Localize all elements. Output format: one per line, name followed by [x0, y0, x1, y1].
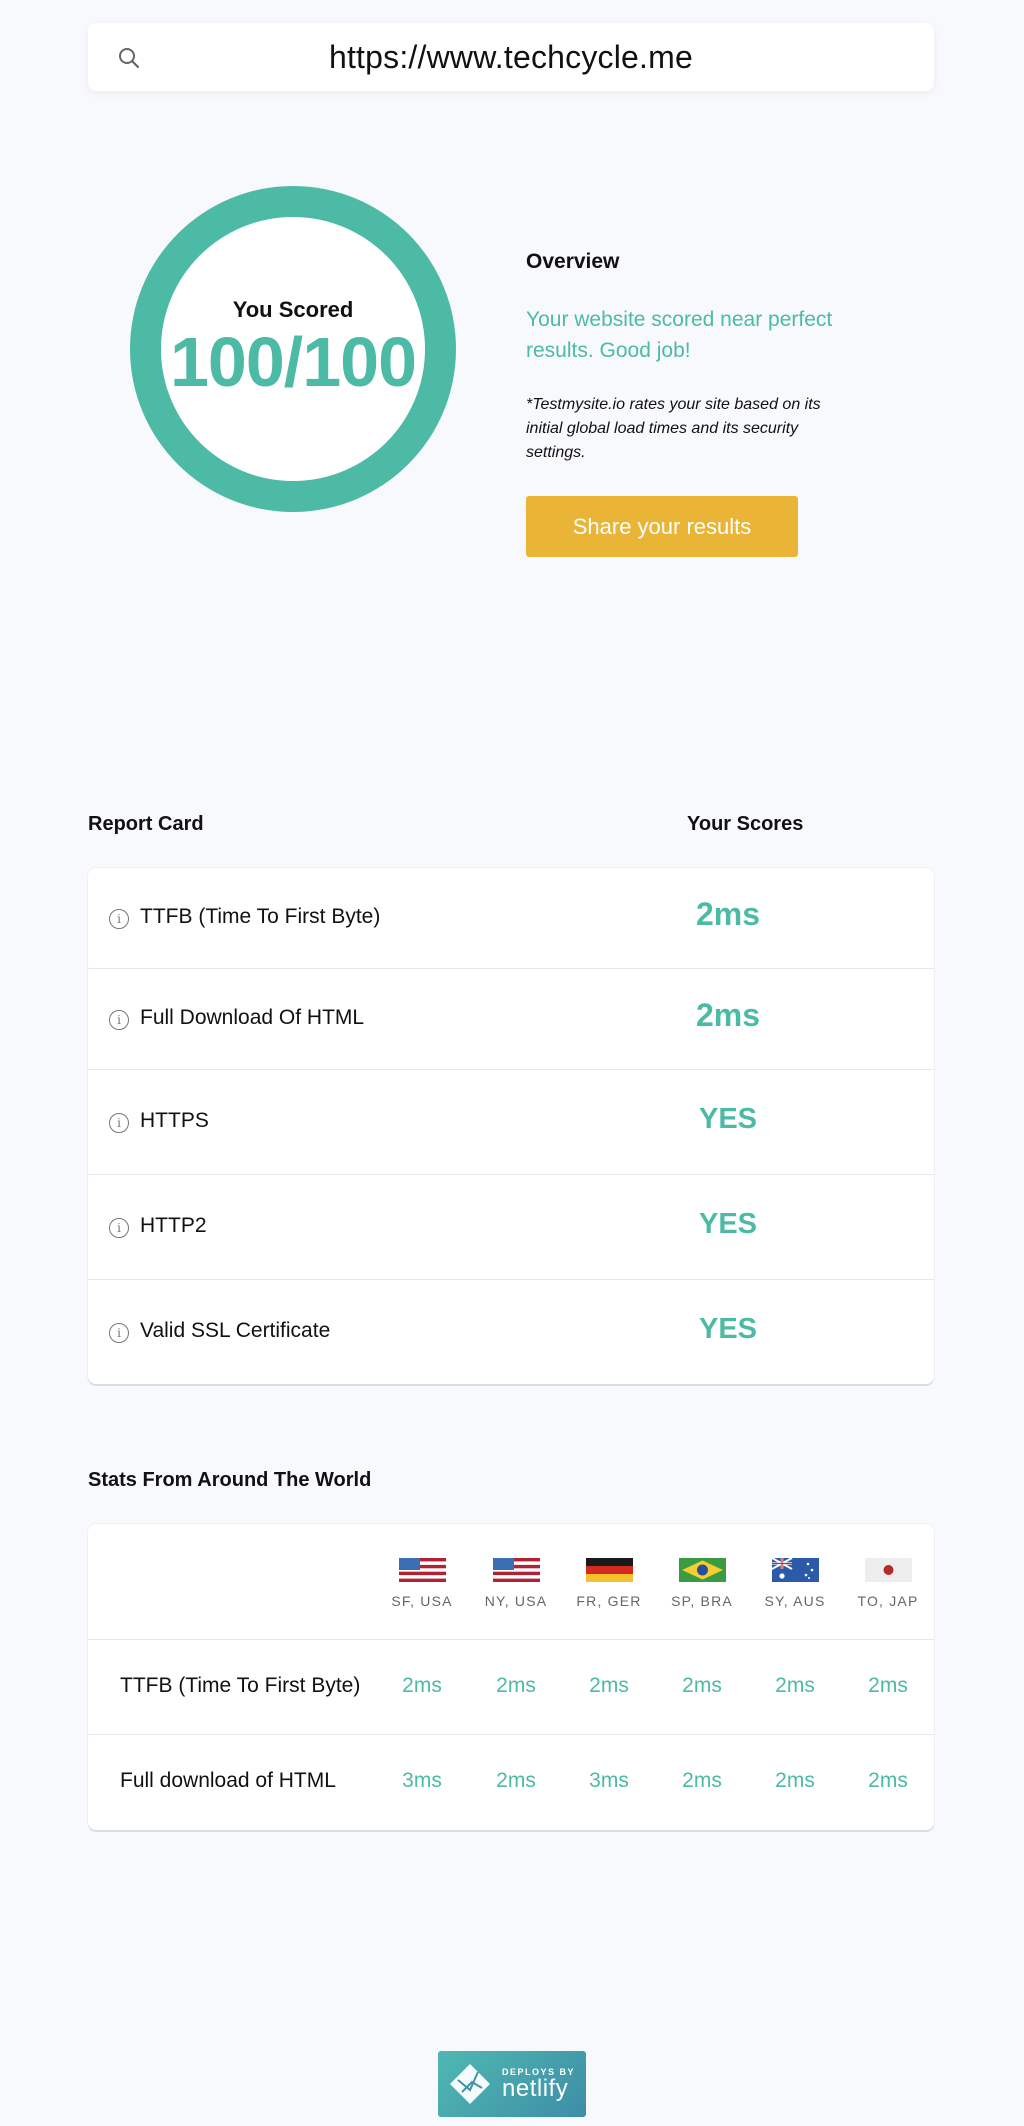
- stats-cell: 2ms: [868, 1769, 908, 1792]
- location-ny-usa: NY, USA: [476, 1558, 556, 1609]
- info-icon[interactable]: i: [109, 909, 129, 929]
- report-row-value: YES: [698, 1208, 758, 1240]
- stats-cell: 2ms: [775, 1769, 815, 1792]
- report-row-html-download: i Full Download Of HTML 2ms: [88, 969, 934, 1070]
- location-to-jap: TO, JAP: [848, 1558, 928, 1609]
- report-card-table: i TTFB (Time To First Byte) 2ms i Full D…: [88, 868, 934, 1384]
- info-icon[interactable]: i: [109, 1010, 129, 1030]
- divider: [88, 1639, 934, 1640]
- report-row-label: TTFB (Time To First Byte): [140, 905, 381, 928]
- stats-cell: 2ms: [868, 1674, 908, 1697]
- report-row-label: HTTP2: [140, 1214, 207, 1237]
- location-sf-usa: SF, USA: [382, 1558, 462, 1609]
- location-label: SY, AUS: [764, 1593, 826, 1609]
- stats-cell: 2ms: [775, 1674, 815, 1697]
- report-row-http2: i HTTP2 YES: [88, 1175, 934, 1280]
- report-row-value: YES: [698, 1103, 758, 1135]
- netlify-badge-big: netlify: [502, 2075, 569, 2102]
- report-row-value: 2ms: [695, 997, 761, 1033]
- usa-flag-icon: [398, 1558, 446, 1582]
- location-fr-ger: FR, GER: [569, 1558, 649, 1609]
- location-label: FR, GER: [576, 1593, 642, 1609]
- australia-flag-icon: [771, 1558, 819, 1582]
- location-label: SF, USA: [391, 1593, 453, 1609]
- score-ring-center: You Scored 100/100: [161, 217, 425, 481]
- score-ring: You Scored 100/100: [130, 186, 456, 512]
- netlify-badge[interactable]: DEPLOYS BY netlify: [438, 2051, 586, 2117]
- stats-cell: 2ms: [496, 1769, 536, 1792]
- netlify-badge-text: DEPLOYS BY netlify: [502, 2067, 575, 2101]
- stats-cell: 2ms: [496, 1674, 536, 1697]
- overview-title: Overview: [526, 250, 620, 273]
- url-bar[interactable]: https://www.techcycle.me: [88, 23, 934, 91]
- url-text[interactable]: https://www.techcycle.me: [329, 39, 693, 76]
- divider: [88, 1734, 934, 1735]
- report-row-label: Valid SSL Certificate: [140, 1319, 331, 1342]
- germany-flag-icon: [585, 1558, 633, 1582]
- stats-row-label: TTFB (Time To First Byte): [120, 1674, 361, 1697]
- overview-note: *Testmysite.io rates your site based on …: [526, 396, 821, 461]
- report-row-value: YES: [698, 1313, 758, 1345]
- report-row-label: HTTPS: [140, 1109, 209, 1132]
- japan-flag-icon: [864, 1558, 912, 1582]
- report-card-title: Report Card: [88, 813, 204, 835]
- report-row-ttfb: i TTFB (Time To First Byte) 2ms: [88, 868, 934, 969]
- location-label: NY, USA: [484, 1593, 548, 1609]
- info-icon[interactable]: i: [109, 1113, 129, 1133]
- usa-flag-icon: [492, 1558, 540, 1582]
- stats-cell: 3ms: [402, 1769, 442, 1792]
- stats-cell: 2ms: [682, 1674, 722, 1697]
- stats-row-label: Full download of HTML: [120, 1769, 336, 1792]
- score-label: You Scored: [232, 297, 354, 322]
- report-row-value: 2ms: [695, 896, 761, 932]
- stats-cell: 3ms: [589, 1769, 629, 1792]
- location-label: TO, JAP: [857, 1593, 919, 1609]
- info-icon[interactable]: i: [109, 1323, 129, 1343]
- stats-cell: 2ms: [402, 1674, 442, 1697]
- stats-cell: 2ms: [682, 1769, 722, 1792]
- report-row-https: i HTTPS YES: [88, 1070, 934, 1175]
- report-row-label: Full Download Of HTML: [140, 1006, 365, 1029]
- netlify-logo-icon: [450, 2064, 490, 2104]
- search-icon[interactable]: [118, 47, 140, 69]
- location-sp-bra: SP, BRA: [662, 1558, 742, 1609]
- location-sy-aus: SY, AUS: [755, 1558, 835, 1609]
- share-results-button[interactable]: Share your results: [526, 496, 798, 557]
- brazil-flag-icon: [678, 1558, 726, 1582]
- your-scores-title: Your Scores: [687, 813, 804, 835]
- stats-title: Stats From Around The World: [88, 1469, 372, 1491]
- score-value: 100/100: [169, 323, 417, 401]
- overview-message: Your website scored near perfect results…: [526, 308, 833, 362]
- overview-panel: Overview Your website scored near perfec…: [526, 250, 846, 465]
- stats-cell: 2ms: [589, 1674, 629, 1697]
- location-label: SP, BRA: [671, 1593, 733, 1609]
- stats-table: SF, USA NY, USA FR, GER SP, BRA SY, AUS …: [88, 1524, 934, 1830]
- info-icon[interactable]: i: [109, 1218, 129, 1238]
- report-row-ssl: i Valid SSL Certificate YES: [88, 1280, 934, 1384]
